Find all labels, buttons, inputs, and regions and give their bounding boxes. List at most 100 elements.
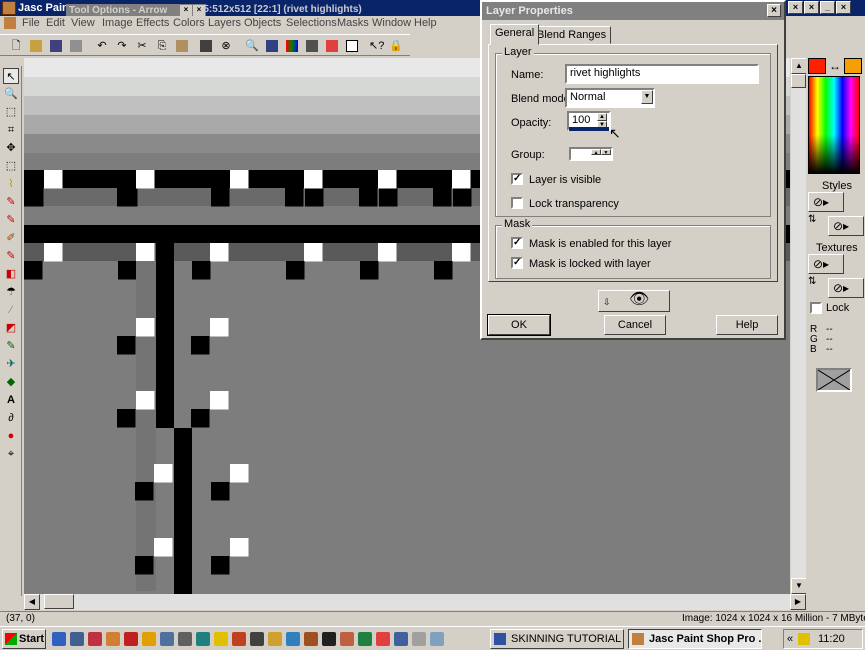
picture-tube-tool-icon[interactable]: ✎ <box>3 338 19 354</box>
toggle-color-palette-icon[interactable] <box>284 38 300 54</box>
vertical-scroll-thumb[interactable] <box>791 74 806 88</box>
horizontal-scrollbar[interactable]: ◀ ▶ <box>24 594 806 610</box>
opacity-slider-bar[interactable] <box>569 127 609 131</box>
dropper-tool-icon[interactable]: ✎ <box>3 212 19 228</box>
ok-button[interactable]: OK <box>487 314 551 336</box>
quicklaunch-app-icon[interactable] <box>124 632 138 646</box>
cancel-button[interactable]: Cancel <box>604 315 666 335</box>
copy-icon[interactable]: ⎘ <box>154 38 170 54</box>
tray-expand-icon[interactable]: « <box>787 630 793 648</box>
toggle-toolbar-icon[interactable] <box>264 38 280 54</box>
tab-general[interactable]: General <box>490 24 540 45</box>
minimize-button[interactable]: _ <box>820 1 835 14</box>
arrow-tool-icon[interactable]: ↖ <box>3 68 19 84</box>
zoom-tool-icon[interactable]: 🔍 <box>3 86 19 102</box>
group-spin-down[interactable]: ▼ <box>601 149 611 156</box>
deformation-tool-icon[interactable]: ⬚ <box>3 104 19 120</box>
crop-tool-icon[interactable]: ⌗ <box>3 122 19 138</box>
paste-icon[interactable] <box>174 38 190 54</box>
tool-options-min-button[interactable]: × <box>180 5 192 16</box>
quicklaunch-app-icon[interactable] <box>160 632 174 646</box>
paintbrush-tool-icon[interactable]: ✐ <box>3 230 19 246</box>
scroll-right-button[interactable]: ▶ <box>790 594 806 610</box>
quicklaunch-app-icon[interactable] <box>394 632 408 646</box>
print-icon[interactable] <box>68 38 84 54</box>
swap-styles-icon[interactable]: ⇅ <box>808 214 822 228</box>
background-texture-button[interactable]: ⊘▸ <box>828 278 864 298</box>
lock-icon[interactable]: 🔒 <box>388 38 404 54</box>
redo-icon[interactable]: ↷ <box>114 38 130 54</box>
menu-image[interactable]: Image <box>102 17 133 29</box>
taskbar-item-paint-shop-pro[interactable]: Jasc Paint Shop Pro ... <box>628 629 762 649</box>
quicklaunch-app-icon[interactable] <box>376 632 390 646</box>
app-icon[interactable] <box>2 1 16 15</box>
menu-help[interactable]: Help <box>414 17 437 29</box>
magic-wand-tool-icon[interactable]: ✎ <box>3 194 19 210</box>
quicklaunch-app-icon[interactable] <box>304 632 318 646</box>
quicklaunch-app-icon[interactable] <box>196 632 210 646</box>
opacity-up-button[interactable]: ▲ <box>597 113 607 121</box>
vertical-scrollbar[interactable]: ▲ ▼ <box>790 58 807 594</box>
quicklaunch-app-icon[interactable] <box>268 632 282 646</box>
text-tool-icon[interactable]: A <box>3 392 19 408</box>
close-button[interactable]: × <box>836 1 851 14</box>
flood-fill-tool-icon[interactable]: ◆ <box>3 374 19 390</box>
foreground-color-swatch[interactable] <box>808 58 826 74</box>
freehand-tool-icon[interactable]: ⌇ <box>3 176 19 192</box>
tab-blend-ranges[interactable]: Blend Ranges <box>532 26 612 44</box>
layer-visible-checkbox[interactable]: ✓ <box>511 173 523 185</box>
swap-textures-icon[interactable]: ⇅ <box>808 276 822 290</box>
quicklaunch-app-icon[interactable] <box>142 632 156 646</box>
scroll-down-button[interactable]: ▼ <box>791 578 807 594</box>
menu-selections[interactable]: Selections <box>286 17 337 29</box>
help-button[interactable]: Help <box>716 315 778 335</box>
cut-icon[interactable]: ✂ <box>134 38 150 54</box>
selection-tool-icon[interactable]: ⬚ <box>3 158 19 174</box>
quicklaunch-app-icon[interactable] <box>106 632 120 646</box>
lock-checkbox[interactable] <box>810 302 822 314</box>
menu-layers[interactable]: Layers <box>208 17 241 29</box>
foreground-texture-button[interactable]: ⊘▸ <box>808 254 844 274</box>
quicklaunch-app-icon[interactable] <box>430 632 444 646</box>
group-spin-up[interactable]: ▲ <box>591 149 601 156</box>
scratch-remover-tool-icon[interactable]: ⁄ <box>3 302 19 318</box>
lock-transparency-checkbox[interactable] <box>511 197 523 209</box>
menu-colors[interactable]: Colors <box>173 17 205 29</box>
scroll-up-button[interactable]: ▲ <box>791 58 807 74</box>
open-file-icon[interactable] <box>28 38 44 54</box>
histogram-icon[interactable] <box>304 38 320 54</box>
blend-mode-select[interactable]: Normal ▼ <box>565 88 655 108</box>
menu-edit[interactable]: Edit <box>46 17 65 29</box>
quicklaunch-app-icon[interactable] <box>358 632 372 646</box>
overview-icon[interactable] <box>344 38 360 54</box>
eraser-tool-icon[interactable]: ◩ <box>3 320 19 336</box>
dialog-title-bar[interactable]: Layer Properties × <box>482 2 784 20</box>
airbrush-tool-icon[interactable]: ✈ <box>3 356 19 372</box>
ie-icon[interactable] <box>52 632 66 646</box>
quicklaunch-app-icon[interactable] <box>412 632 426 646</box>
help-pointer-icon[interactable]: ↖? <box>368 38 384 54</box>
draw-tool-icon[interactable]: ∂ <box>3 410 19 426</box>
quicklaunch-app-icon[interactable] <box>286 632 300 646</box>
taskbar-item-skinning-tutorial[interactable]: SKINNING TUTORIAL -... <box>490 629 624 649</box>
desktop-icon[interactable] <box>70 632 84 646</box>
screen-capture-icon[interactable] <box>198 38 214 54</box>
doc-close-button[interactable]: × <box>804 1 819 14</box>
menu-masks[interactable]: Masks <box>337 17 369 29</box>
quicklaunch-app-icon[interactable] <box>88 632 102 646</box>
quicklaunch-app-icon[interactable] <box>178 632 192 646</box>
swap-colors-icon[interactable]: ↔ <box>827 58 843 74</box>
proof-toggle-button[interactable]: ⇩ 👁 <box>598 290 670 312</box>
menu-file[interactable]: File <box>22 17 40 29</box>
layer-name-input[interactable]: rivet highlights <box>565 64 759 84</box>
mask-locked-checkbox[interactable]: ✓ <box>511 257 523 269</box>
menu-app-icon[interactable] <box>4 17 16 29</box>
clone-brush-tool-icon[interactable]: ✎ <box>3 248 19 264</box>
preset-shapes-tool-icon[interactable]: ● <box>3 428 19 444</box>
color-replacer-tool-icon[interactable]: ◧ <box>3 266 19 282</box>
doc-restore-button[interactable]: × <box>788 1 803 14</box>
horizontal-scroll-thumb[interactable] <box>44 594 74 609</box>
menu-effects[interactable]: Effects <box>136 17 169 29</box>
tray-hand-icon[interactable] <box>798 633 810 645</box>
chevron-down-icon[interactable]: ▼ <box>641 90 653 104</box>
